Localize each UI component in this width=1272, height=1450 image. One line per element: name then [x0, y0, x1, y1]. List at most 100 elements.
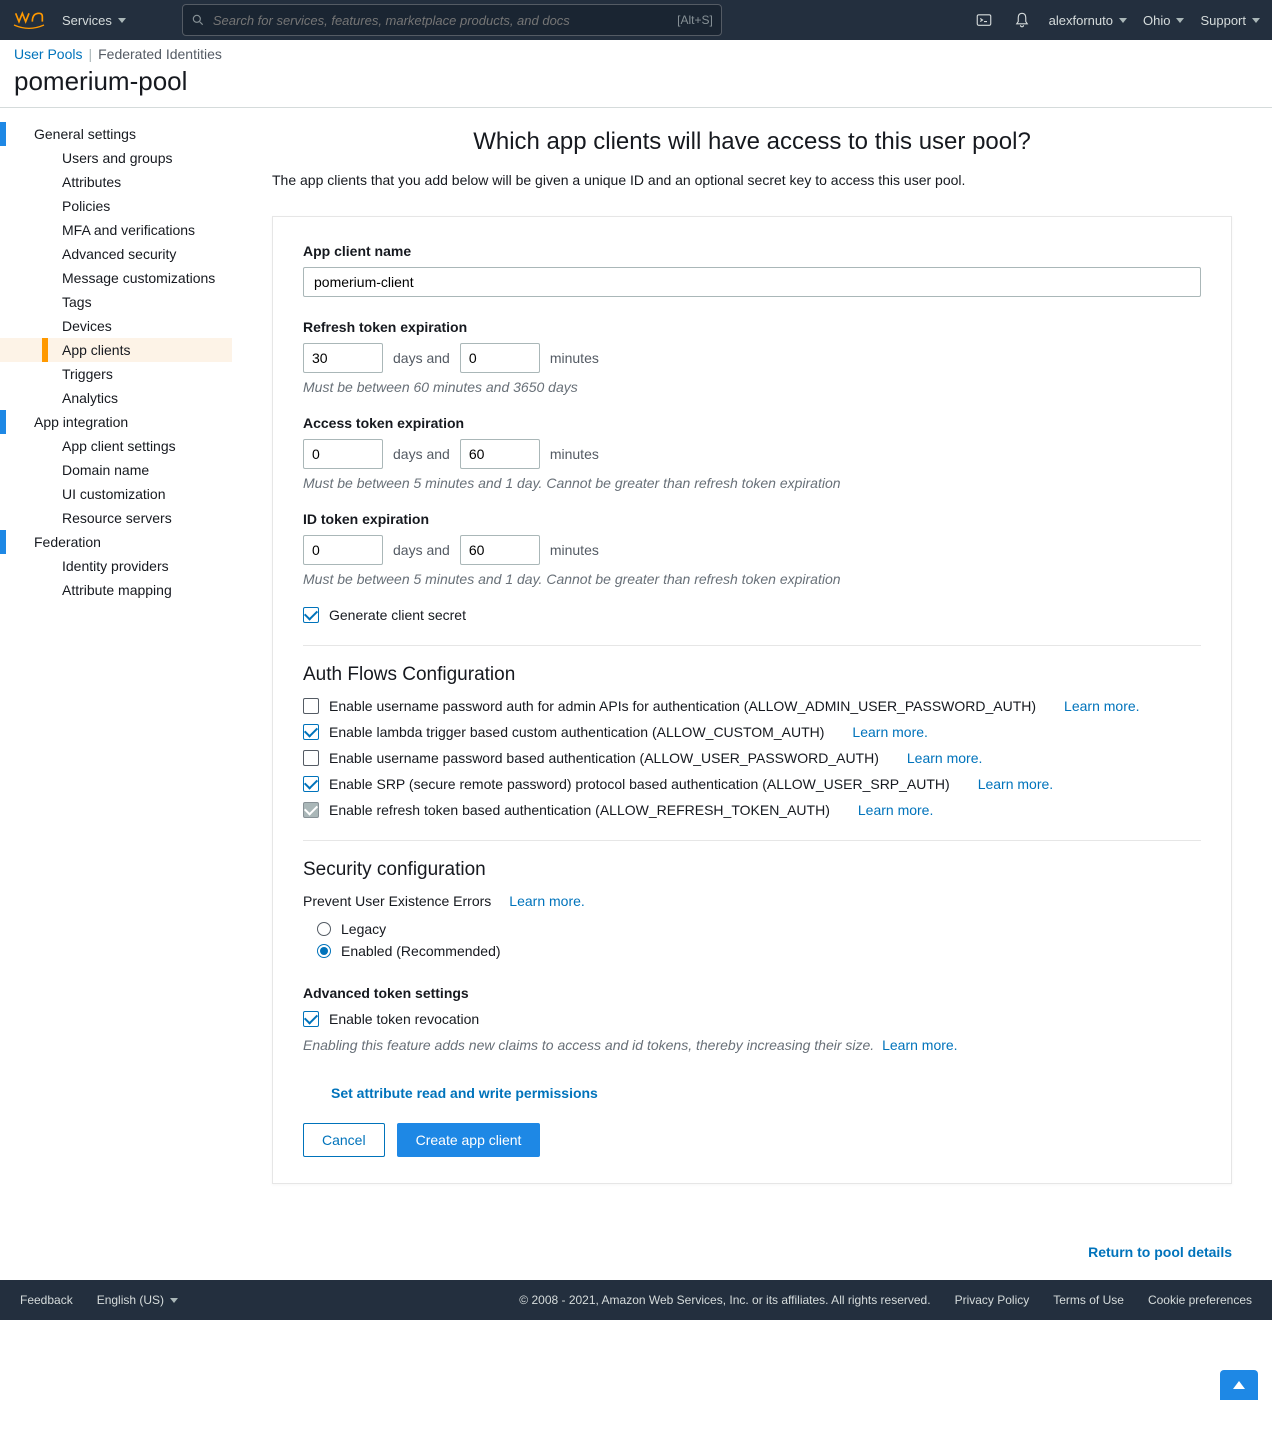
- caret-down-icon: [1119, 18, 1127, 23]
- input-access-days[interactable]: [303, 439, 383, 469]
- checkbox-auth-flow[interactable]: [303, 698, 319, 714]
- text-minutes: minutes: [550, 542, 599, 558]
- auth-flow-row: Enable username password based authentic…: [303, 750, 1201, 766]
- radio-legacy[interactable]: [317, 922, 331, 936]
- label-access-exp: Access token expiration: [303, 415, 1201, 431]
- link-return-to-pool[interactable]: Return to pool details: [1088, 1244, 1232, 1260]
- page-heading: Which app clients will have access to th…: [272, 128, 1232, 156]
- link-cookies[interactable]: Cookie preferences: [1148, 1293, 1252, 1307]
- checkbox-token-revocation[interactable]: [303, 1011, 319, 1027]
- label-auth-flow: Enable refresh token based authenticatio…: [329, 802, 830, 818]
- label-refresh-exp: Refresh token expiration: [303, 319, 1201, 335]
- sidebar-item[interactable]: Message customizations: [0, 266, 232, 290]
- sidebar-group[interactable]: App integration: [0, 410, 232, 434]
- sidebar-item[interactable]: Users and groups: [0, 146, 232, 170]
- account-label: alexfornuto: [1049, 13, 1113, 28]
- sidebar-item[interactable]: Devices: [0, 314, 232, 338]
- input-refresh-minutes[interactable]: [460, 343, 540, 373]
- heading-auth-flows: Auth Flows Configuration: [303, 664, 1201, 686]
- link-feedback[interactable]: Feedback: [20, 1293, 73, 1307]
- copyright: © 2008 - 2021, Amazon Web Services, Inc.…: [519, 1293, 930, 1307]
- hint-access: Must be between 5 minutes and 1 day. Can…: [303, 475, 1201, 491]
- pool-title: pomerium-pool: [0, 62, 1272, 107]
- link-learn-more[interactable]: Learn more.: [509, 893, 584, 909]
- label-idtoken-exp: ID token expiration: [303, 511, 1201, 527]
- sidebar-item[interactable]: MFA and verifications: [0, 218, 232, 242]
- search-input[interactable]: [213, 13, 669, 28]
- services-dropdown[interactable]: Services: [62, 13, 126, 28]
- sidebar-item[interactable]: Triggers: [0, 362, 232, 386]
- main-content: Which app clients will have access to th…: [232, 108, 1272, 1224]
- heading-adv-token: Advanced token settings: [303, 985, 1201, 1001]
- text-days-and: days and: [393, 446, 450, 462]
- link-terms[interactable]: Terms of Use: [1053, 1293, 1124, 1307]
- checkbox-auth-flow[interactable]: [303, 776, 319, 792]
- sidebar-item[interactable]: Domain name: [0, 458, 232, 482]
- label-radio-enabled: Enabled (Recommended): [341, 943, 501, 959]
- input-idtoken-days[interactable]: [303, 535, 383, 565]
- account-dropdown[interactable]: alexfornuto: [1049, 13, 1127, 28]
- sidebar-item[interactable]: Tags: [0, 290, 232, 314]
- text-minutes: minutes: [550, 446, 599, 462]
- sidebar-item[interactable]: Resource servers: [0, 506, 232, 530]
- aws-logo[interactable]: [12, 10, 46, 30]
- sidebar-item[interactable]: Attributes: [0, 170, 232, 194]
- caret-down-icon: [118, 18, 126, 23]
- text-minutes: minutes: [550, 350, 599, 366]
- tab-user-pools[interactable]: User Pools: [14, 46, 88, 62]
- checkbox-auth-flow[interactable]: [303, 750, 319, 766]
- sidebar-item[interactable]: Policies: [0, 194, 232, 218]
- region-label: Ohio: [1143, 13, 1170, 28]
- hint-token-revocation: Enabling this feature adds new claims to…: [303, 1037, 874, 1053]
- sidebar-item[interactable]: UI customization: [0, 482, 232, 506]
- sidebar-item[interactable]: Analytics: [0, 386, 232, 410]
- checkbox-auth-flow[interactable]: [303, 724, 319, 740]
- label-auth-flow: Enable username password based authentic…: [329, 750, 879, 766]
- search-icon: [191, 13, 205, 27]
- label-auth-flow: Enable lambda trigger based custom authe…: [329, 724, 824, 740]
- sidebar-item[interactable]: App client settings: [0, 434, 232, 458]
- sidebar-item[interactable]: Advanced security: [0, 242, 232, 266]
- input-access-minutes[interactable]: [460, 439, 540, 469]
- input-idtoken-minutes[interactable]: [460, 535, 540, 565]
- sidebar-group[interactable]: General settings: [0, 122, 232, 146]
- language-selector[interactable]: English (US): [97, 1293, 178, 1307]
- support-dropdown[interactable]: Support: [1200, 13, 1260, 28]
- heading-security: Security configuration: [303, 859, 1201, 881]
- text-days-and: days and: [393, 350, 450, 366]
- link-learn-more[interactable]: Learn more.: [978, 776, 1053, 792]
- auth-flow-row: Enable lambda trigger based custom authe…: [303, 724, 1201, 740]
- link-learn-more[interactable]: Learn more.: [858, 802, 933, 818]
- input-refresh-days[interactable]: [303, 343, 383, 373]
- tab-federated-identities[interactable]: Federated Identities: [98, 46, 222, 62]
- link-set-permissions[interactable]: Set attribute read and write permissions: [331, 1085, 598, 1101]
- create-app-client-button[interactable]: Create app client: [397, 1123, 541, 1157]
- page-description: The app clients that you add below will …: [272, 172, 1232, 188]
- label-auth-flow: Enable username password auth for admin …: [329, 698, 1036, 714]
- search-shortcut: [Alt+S]: [677, 13, 713, 27]
- cancel-button[interactable]: Cancel: [303, 1123, 385, 1157]
- sidebar-item[interactable]: App clients: [0, 338, 232, 362]
- link-learn-more[interactable]: Learn more.: [882, 1037, 957, 1053]
- link-learn-more[interactable]: Learn more.: [852, 724, 927, 740]
- caret-down-icon: [170, 1298, 178, 1303]
- label-radio-legacy: Legacy: [341, 921, 386, 937]
- region-dropdown[interactable]: Ohio: [1143, 13, 1184, 28]
- sidebar-item[interactable]: Attribute mapping: [0, 578, 232, 602]
- cloudshell-icon[interactable]: [973, 9, 995, 31]
- global-search[interactable]: [Alt+S]: [182, 4, 722, 36]
- input-app-client-name[interactable]: [303, 267, 1201, 297]
- radio-enabled[interactable]: [317, 944, 331, 958]
- link-learn-more[interactable]: Learn more.: [907, 750, 982, 766]
- link-learn-more[interactable]: Learn more.: [1064, 698, 1139, 714]
- scroll-to-top-button[interactable]: [1220, 1370, 1258, 1400]
- link-privacy[interactable]: Privacy Policy: [955, 1293, 1030, 1307]
- notifications-icon[interactable]: [1011, 9, 1033, 31]
- hint-refresh: Must be between 60 minutes and 3650 days: [303, 379, 1201, 395]
- sidebar-item[interactable]: Identity providers: [0, 554, 232, 578]
- sidebar-group[interactable]: Federation: [0, 530, 232, 554]
- tab-separator: |: [88, 46, 92, 62]
- checkbox-generate-secret[interactable]: [303, 607, 319, 623]
- hint-idtoken: Must be between 5 minutes and 1 day. Can…: [303, 571, 1201, 587]
- checkbox-auth-flow: [303, 802, 319, 818]
